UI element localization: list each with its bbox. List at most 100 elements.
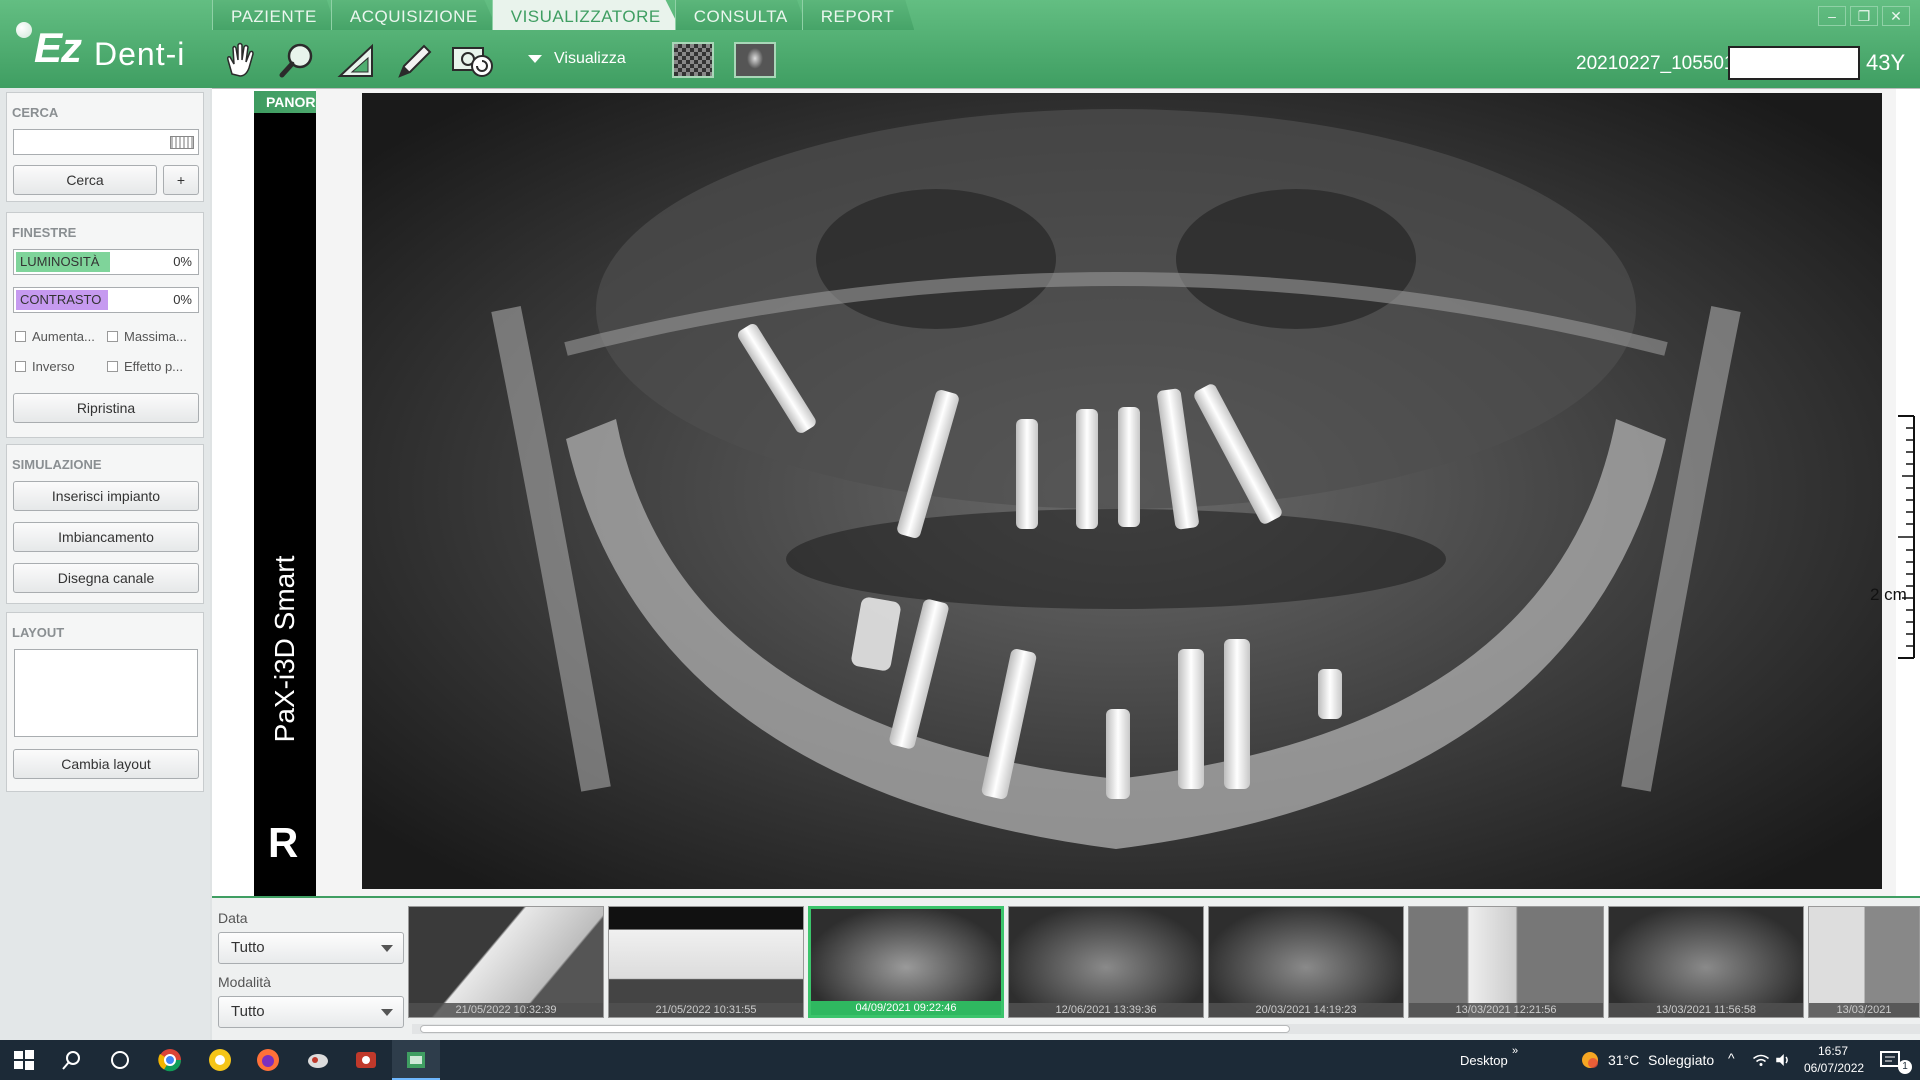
modality-filter-select[interactable]: Tutto (218, 996, 404, 1028)
reset-button[interactable]: Ripristina (13, 393, 199, 423)
window-controls: – ❐ ✕ (1818, 6, 1910, 26)
thumbnail-item[interactable]: 13/03/2021 12:21:56 (1408, 906, 1604, 1018)
logo-ez: Ez (34, 24, 82, 71)
thumbnail-date: 21/05/2022 10:31:55 (609, 1003, 803, 1017)
patient-id: 20210227_105501 (1576, 53, 1735, 74)
thumbnail-item[interactable]: 20/03/2021 14:19:23 (1208, 906, 1404, 1018)
taskbar-active-app[interactable] (392, 1040, 440, 1080)
thumbnail-item[interactable]: 12/06/2021 13:39:36 (1008, 906, 1204, 1018)
draw-canal-button[interactable]: Disegna canale (13, 563, 199, 593)
desktop-toolbar-label[interactable]: Desktop (1460, 1053, 1508, 1068)
clock-date[interactable]: 06/07/2022 (1804, 1061, 1864, 1075)
layout-preview[interactable] (14, 649, 198, 737)
restore-icon[interactable]: ❐ (1850, 6, 1878, 26)
visualizza-label: Visualizza (554, 50, 626, 67)
scale-ruler (1898, 415, 1915, 659)
tab-report[interactable]: REPORT (801, 0, 915, 30)
ezdent-app-icon (407, 1052, 425, 1068)
search-button[interactable]: Cerca (13, 165, 157, 195)
thumbnail-item[interactable]: 13/03/2021 11:56:58 (1608, 906, 1804, 1018)
zoom-magnifier-icon[interactable] (276, 38, 320, 82)
double-chevron-icon[interactable]: » (1512, 1045, 1518, 1057)
patient-age: 43Y (1866, 50, 1906, 75)
search-panel: CERCA Cerca + (6, 92, 204, 202)
thumbnail-date: 13/03/2021 (1809, 1003, 1919, 1017)
check-effetto[interactable]: Effetto p... (107, 359, 183, 374)
side-marker: R (268, 819, 299, 866)
thumbnail-date: 13/03/2021 12:21:56 (1409, 1003, 1603, 1017)
device-name: PaX-i3D Smart (254, 519, 316, 779)
tab-consulta[interactable]: CONSULTA (674, 0, 808, 30)
add-search-button[interactable]: + (163, 165, 199, 195)
thumbnail-item[interactable]: 21/05/2022 10:31:55 (608, 906, 804, 1018)
notification-count: 1 (1898, 1060, 1912, 1074)
tab-paziente[interactable]: PAZIENTE (212, 0, 337, 30)
chevron-down-icon (381, 945, 393, 952)
windows-start-icon[interactable] (12, 1048, 36, 1072)
screen-recorder-icon[interactable] (354, 1048, 378, 1072)
contrast-slider[interactable]: CONTRASTO 0% (13, 287, 199, 313)
search-input[interactable] (13, 129, 199, 155)
tab-visualizzatore[interactable]: VISUALIZZATORE (491, 0, 681, 30)
checker-filter-icon[interactable] (672, 42, 714, 78)
hand-pan-icon[interactable] (218, 38, 262, 82)
app-header: Ez Dent-i PAZIENTE ACQUISIZIONE VISUALIZ… (0, 0, 1920, 88)
chevron-up-icon[interactable]: ^ (1728, 1050, 1735, 1066)
visualizza-dropdown[interactable]: Visualizza (528, 50, 626, 68)
chrome-icon[interactable] (158, 1048, 182, 1072)
image-viewer: PANORAMICA PaX-i3D Smart R 2 cm (212, 88, 1920, 897)
angle-measure-icon[interactable] (334, 38, 378, 82)
check-inverso[interactable]: Inverso (15, 359, 75, 374)
capture-refresh-icon[interactable] (450, 38, 494, 82)
cortana-icon[interactable] (108, 1048, 132, 1072)
date-filter-value: Tutto (231, 939, 265, 956)
thumbnail-item[interactable]: 21/05/2022 10:32:39 (408, 906, 604, 1018)
brightness-slider[interactable]: LUMINOSITÀ 0% (13, 249, 199, 275)
main-tabs: PAZIENTE ACQUISIZIONE VISUALIZZATORE CON… (212, 0, 915, 30)
layout-panel: LAYOUT Cambia layout (6, 612, 204, 792)
whitening-button[interactable]: Imbiancamento (13, 522, 199, 552)
weather-desc: Soleggiato (1648, 1052, 1715, 1068)
minimize-icon[interactable]: – (1818, 6, 1846, 26)
logo-dot (16, 22, 32, 38)
pencil-draw-icon[interactable] (392, 38, 436, 82)
change-layout-button[interactable]: Cambia layout (13, 749, 199, 779)
check-massima[interactable]: Massima... (107, 329, 187, 344)
face-photo-icon[interactable] (734, 42, 776, 78)
checkbox-icon (15, 361, 26, 372)
thumbnail-date: 20/03/2021 14:19:23 (1209, 1003, 1403, 1017)
scrollbar-handle[interactable] (420, 1025, 1290, 1033)
windows-taskbar: Desktop » 31°C Soleggiato ^ 16:57 06/07/… (0, 1040, 1920, 1080)
insert-implant-button[interactable]: Inserisci impianto (13, 481, 199, 511)
close-icon[interactable]: ✕ (1882, 6, 1910, 26)
patient-name-field (1728, 46, 1860, 80)
brightness-value: 0% (173, 254, 192, 269)
brightness-label: LUMINOSITÀ (20, 254, 100, 269)
app-cloud-icon[interactable] (306, 1048, 330, 1072)
search-icon[interactable] (60, 1048, 84, 1072)
check-massima-label: Massima... (124, 329, 187, 344)
clock-time[interactable]: 16:57 (1818, 1044, 1848, 1058)
viewer-toolbar: Visualizza (218, 38, 1218, 84)
check-aumenta[interactable]: Aumenta... (15, 329, 95, 344)
date-filter-select[interactable]: Tutto (218, 932, 404, 964)
weather-sun-icon (1582, 1052, 1598, 1068)
wifi-icon[interactable] (1752, 1048, 1770, 1072)
tab-acquisizione[interactable]: ACQUISIZIONE (330, 0, 498, 30)
volume-icon[interactable] (1774, 1048, 1792, 1072)
keyboard-icon[interactable] (170, 136, 194, 149)
checkbox-icon (107, 361, 118, 372)
thumbnail-scrollbar[interactable] (412, 1024, 1920, 1034)
thumbnail-item[interactable]: 13/03/2021 (1808, 906, 1920, 1018)
browser-yellow-icon[interactable] (208, 1048, 232, 1072)
windows-panel: FINESTRE LUMINOSITÀ 0% CONTRASTO 0% Aume… (6, 212, 204, 438)
scale-label: 2 cm (1870, 585, 1907, 604)
check-aumenta-label: Aumenta... (32, 329, 95, 344)
firefox-icon[interactable] (256, 1048, 280, 1072)
image-browser: Data Tutto Modalità Tutto 21/05/2022 10:… (212, 896, 1920, 1040)
thumbnail-item[interactable]: 04/09/2021 09:22:46 (808, 906, 1004, 1018)
weather-temp: 31°C (1608, 1052, 1640, 1068)
checkbox-icon (15, 331, 26, 342)
check-inverso-label: Inverso (32, 359, 75, 374)
panoramic-xray-image[interactable] (316, 89, 1896, 897)
